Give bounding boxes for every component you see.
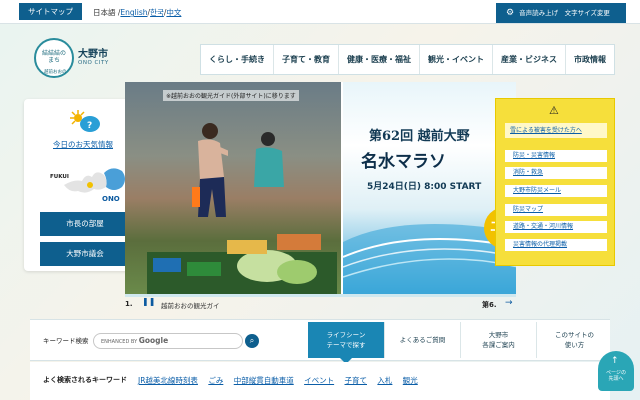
hero-slider: ※越前おおの観光ガイド(外部サイト)に移ります 第62回 越前大野 名水マラソ … xyxy=(125,82,516,297)
next-arrow-icon[interactable]: → xyxy=(505,298,513,308)
search-and-tabs-bar: キーワード検索 ENHANCED BY Google ⌕ ライフシーン テーマで… xyxy=(30,319,612,364)
keyword-link[interactable]: 中部縦貫自動車道 xyxy=(234,376,294,385)
marathon-title-line2: 名水マラソ xyxy=(361,152,446,172)
voice-font-size-button[interactable]: ⚙ 音声読み上げ 文字サイズ変更 xyxy=(496,3,626,23)
nav-childcare[interactable]: 子育て・教育 xyxy=(273,45,338,74)
page-top-button[interactable]: ↑ ページの 先頭へ xyxy=(598,351,634,391)
frequent-keywords: よく検索されるキーワード JR越美北線時刻表 ごみ 中部縦貫自動車道 イベント … xyxy=(30,362,610,400)
map-label-ono: ONO xyxy=(102,195,120,203)
nav-tourism[interactable]: 観光・イベント xyxy=(419,45,492,74)
keyword-link[interactable]: JR越美北線時刻表 xyxy=(138,376,198,385)
nav-administration[interactable]: 市政情報 xyxy=(565,45,614,74)
svg-text:?: ? xyxy=(87,121,92,131)
frequent-keyword-list: JR越美北線時刻表 ごみ 中部縦貫自動車道 イベント 子育て 入札 観光 xyxy=(138,375,426,386)
logo-text: 結結結のまち xyxy=(41,50,66,64)
slide-market-photo[interactable]: ※越前おおの観光ガイド(外部サイト)に移ります xyxy=(125,82,341,294)
lang-japanese: 日本語 xyxy=(93,8,116,17)
keyword-link[interactable]: イベント xyxy=(304,376,334,385)
logo-subtext: 越前おおの xyxy=(44,70,67,75)
pause-icon[interactable]: ❚❚ xyxy=(142,297,155,306)
disaster-link[interactable]: 消防・救急 xyxy=(505,167,607,179)
slider-controls: 1. ❚❚ 越前おおの観光ガイ 第6. → xyxy=(125,296,516,312)
tab-life-line1: ライフシーン xyxy=(326,331,366,339)
search-powered-label: ENHANCED BY xyxy=(101,339,138,345)
vendor-person-image xyxy=(192,123,228,217)
tab-howto-line1: このサイトの xyxy=(555,331,594,339)
tab-howto-line2: 使い方 xyxy=(564,341,585,349)
search-button[interactable]: ⌕ xyxy=(245,334,259,348)
disaster-link[interactable]: 防災マップ xyxy=(505,204,607,216)
keyword-link[interactable]: 観光 xyxy=(403,376,418,385)
weather-sun-cloud-icon: ? xyxy=(70,110,100,132)
disaster-link[interactable]: 災害情報の代理掲載 xyxy=(505,239,607,251)
lang-korean-link[interactable]: 한국 xyxy=(150,8,164,17)
tab-life-line2: テーマで探す xyxy=(326,341,366,349)
slide-label-prev[interactable]: 1. xyxy=(125,300,133,308)
top-bar: サイトマップ 日本語 /English/한국/中文 ⚙ 音声読み上げ 文字サイズ変… xyxy=(0,0,640,24)
sitemap-button[interactable]: サイトマップ xyxy=(19,3,82,20)
keyword-search-label: キーワード検索 xyxy=(43,337,89,345)
nav-business[interactable]: 産業・ビジネス xyxy=(492,45,565,74)
voice-label: 音声読み上げ 文字サイズ変更 xyxy=(519,9,610,17)
global-nav: くらし・手続き 子育て・教育 健康・医療・福祉 観光・イベント 産業・ビジネス … xyxy=(200,44,615,75)
tab-guide-line2: 各課ご案内 xyxy=(482,341,515,349)
mayor-room-button[interactable]: 市長の部屋 xyxy=(40,212,130,236)
disaster-link[interactable]: 大野市防災メール xyxy=(505,185,607,197)
language-selector: 日本語 /English/한국/中文 xyxy=(93,8,182,17)
page-top-line2: 先頭へ xyxy=(608,376,624,382)
city-council-button[interactable]: 大野市議会 xyxy=(40,242,130,266)
search-icon: ⌕ xyxy=(249,336,255,345)
keyword-link[interactable]: ごみ xyxy=(208,376,223,385)
city-name-en: ONO CITY xyxy=(78,60,109,66)
lang-chinese-link[interactable]: 中文 xyxy=(166,8,181,17)
slide-caption: ※越前おおの観光ガイド(外部サイト)に移ります xyxy=(163,90,299,101)
disaster-info-panel: ⚠ 雪による被害を受けた方へ 防災・災害情報 消防・救急 大野市防災メール 防災… xyxy=(495,98,615,266)
frequent-keywords-label: よく検索されるキーワード xyxy=(43,376,127,384)
marathon-date: 5月24日(日) 8:00 START xyxy=(367,182,482,192)
marathon-title-line1: 第62回 越前大野 xyxy=(369,129,470,144)
slide-label-current[interactable]: 越前おおの観光ガイ xyxy=(161,300,220,310)
tab-life-scene[interactable]: ライフシーン テーマで探す xyxy=(308,322,384,364)
nav-health[interactable]: 健康・医療・福祉 xyxy=(338,45,419,74)
city-name[interactable]: 大野市 xyxy=(78,45,108,60)
map-label-fukui: FUKUI xyxy=(50,174,69,180)
nav-living[interactable]: くらし・手続き xyxy=(201,45,273,74)
tab-site-usage[interactable]: このサイトの 使い方 xyxy=(536,322,612,358)
tab-department-guide[interactable]: 大野市 各課ご案内 xyxy=(460,322,536,358)
snow-damage-link[interactable]: 雪による被害を受けた方へ xyxy=(505,123,607,138)
search-input[interactable]: ENHANCED BY Google xyxy=(93,333,243,349)
slide-label-next[interactable]: 第6. xyxy=(482,300,497,310)
gear-icon: ⚙ xyxy=(506,8,515,18)
warning-icon: ⚠ xyxy=(549,104,559,117)
customer-person-image xyxy=(254,132,284,187)
lang-english-link[interactable]: English xyxy=(120,8,147,17)
google-logo: Google xyxy=(138,336,169,345)
tab-faq[interactable]: よくあるご質問 xyxy=(384,322,460,358)
keyword-link[interactable]: 子育て xyxy=(345,376,368,385)
slide-marathon-banner[interactable]: 第62回 越前大野 名水マラソ 5月24日(日) 8:00 START エ xyxy=(341,82,516,294)
disaster-link[interactable]: 道路・交通・河川情報 xyxy=(505,221,607,233)
disaster-link[interactable]: 防災・災害情報 xyxy=(505,150,607,162)
vegetable-stall-image xyxy=(147,234,337,294)
keyword-link[interactable]: 入札 xyxy=(377,376,392,385)
arrow-up-icon: ↑ xyxy=(611,356,619,366)
tab-guide-line1: 大野市 xyxy=(488,331,509,339)
